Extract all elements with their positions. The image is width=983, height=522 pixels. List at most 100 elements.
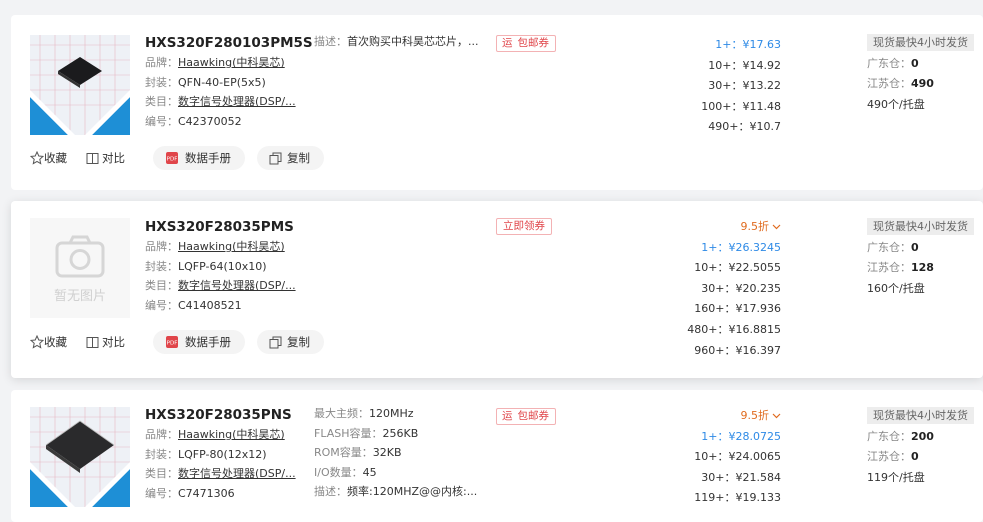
favorite-label: 收藏 xyxy=(44,151,67,165)
compare-icon xyxy=(86,153,99,164)
stock-info: 现货最快4小时发货 广东仓：0 江苏仓：128 160个/托盘 xyxy=(867,217,974,299)
product-image-placeholder[interactable]: 暂无图片 xyxy=(30,218,130,318)
copy-button[interactable]: 复制 xyxy=(257,146,324,170)
brand-link[interactable]: Haawking(中科昊芯) xyxy=(178,56,285,69)
shipping-badge: 现货最快4小时发货 xyxy=(867,407,974,424)
compare-button[interactable]: 对比 xyxy=(86,146,125,170)
star-icon xyxy=(30,151,44,165)
code-label: 编号： xyxy=(145,486,178,500)
price-row: 30+：¥21.584 xyxy=(701,470,781,484)
spec-label: ROM容量： xyxy=(314,446,373,459)
compare-label: 对比 xyxy=(102,335,125,349)
favorite-label: 收藏 xyxy=(44,335,67,349)
code-value: C7471306 xyxy=(178,486,235,500)
product-title[interactable]: HXS320F28035PMS xyxy=(145,219,294,235)
price-row: 160+：¥17.936 xyxy=(694,302,781,316)
product-specs: 最大主频：120MHz FLASH容量：256KB ROM容量：32KB I/O… xyxy=(314,404,494,502)
price-row: 10+：¥22.5055 xyxy=(694,261,781,275)
product-image[interactable] xyxy=(30,407,130,507)
datasheet-button[interactable]: PDF 数据手册 xyxy=(153,330,245,354)
product-title[interactable]: HXS320F28035PNS xyxy=(145,407,292,423)
spec-label: FLASH容量： xyxy=(314,426,383,440)
product-title[interactable]: HXS320F280103PM5S xyxy=(145,35,313,51)
product-meta: 品牌：Haawking(中科昊芯) 封装：QFN-40-EP(5x5) 类目：数… xyxy=(145,53,296,131)
coupon-badge[interactable]: 运包邮券 xyxy=(496,35,556,52)
category-link[interactable]: 数字信号处理器(DSP/... xyxy=(178,467,296,480)
discount-toggle[interactable]: 9.5折 xyxy=(661,406,781,427)
copy-label: 复制 xyxy=(287,335,310,349)
price-list: 9.5折 1+：¥28.0725 10+：¥24.0065 30+：¥21.58… xyxy=(661,406,781,509)
code-label: 编号： xyxy=(145,298,178,312)
category-label: 类目： xyxy=(145,279,178,292)
price-row: 10+：¥24.0065 xyxy=(694,450,781,464)
coupon-badge[interactable]: 立即领券 xyxy=(496,218,552,235)
stock-info: 现货最快4小时发货 广东仓：200 江苏仓：0 119个/托盘 xyxy=(867,406,974,488)
chevron-down-icon xyxy=(772,413,781,419)
package-label: 封装： xyxy=(145,447,178,461)
copy-label: 复制 xyxy=(287,151,310,165)
copy-icon xyxy=(269,336,282,349)
stock-guangdong: 广东仓：200 xyxy=(867,429,934,443)
datasheet-label: 数据手册 xyxy=(185,335,231,349)
coupon-label: 立即领券 xyxy=(503,220,545,232)
product-card-3: HXS320F28035PNS 品牌：Haawking(中科昊芯) 封装：LQF… xyxy=(11,390,983,522)
no-image-label: 暂无图片 xyxy=(54,289,106,304)
code-value: C42370052 xyxy=(178,114,242,128)
package-value: LQFP-64(10x10) xyxy=(178,259,267,273)
brand-label: 品牌： xyxy=(145,428,178,441)
spec-value: 45 xyxy=(362,465,377,479)
favorite-button[interactable]: 收藏 xyxy=(30,146,67,170)
stock-guangdong: 广东仓：0 xyxy=(867,240,919,254)
spec-label: 最大主频： xyxy=(314,407,369,420)
coupon-badge[interactable]: 运包邮券 xyxy=(496,408,556,425)
category-link[interactable]: 数字信号处理器(DSP/... xyxy=(178,95,296,108)
category-link[interactable]: 数字信号处理器(DSP/... xyxy=(178,279,296,292)
spec-value: 32KB xyxy=(372,446,402,459)
spec-label: 描述： xyxy=(314,485,347,498)
pack-unit: 490个/托盘 xyxy=(867,97,925,111)
brand-label: 品牌： xyxy=(145,56,178,69)
coupon-label: 包邮券 xyxy=(517,410,550,422)
code-label: 编号： xyxy=(145,114,178,128)
category-label: 类目： xyxy=(145,467,178,480)
price-row: 1+：¥28.0725 xyxy=(701,429,781,443)
price-row: 119+：¥19.133 xyxy=(694,491,781,505)
favorite-button[interactable]: 收藏 xyxy=(30,330,67,354)
stock-jiangsu: 江苏仓：490 xyxy=(867,77,934,90)
price-list: 1+：¥17.63 10+：¥14.92 30+：¥13.22 100+：¥11… xyxy=(661,35,781,138)
brand-link[interactable]: Haawking(中科昊芯) xyxy=(178,428,285,441)
freight-tag: 运 xyxy=(502,36,513,51)
pack-unit: 119个/托盘 xyxy=(867,470,925,484)
datasheet-button[interactable]: PDF 数据手册 xyxy=(153,146,245,170)
spec-label: I/O数量： xyxy=(314,465,363,479)
product-image[interactable] xyxy=(30,35,130,135)
spec-value: 120MHz xyxy=(369,407,414,420)
package-value: LQFP-80(12x12) xyxy=(178,447,267,461)
pdf-icon: PDF xyxy=(166,152,178,164)
compare-button[interactable]: 对比 xyxy=(86,330,125,354)
pack-unit: 160个/托盘 xyxy=(867,281,925,295)
stock-jiangsu: 江苏仓：0 xyxy=(867,450,919,463)
brand-link[interactable]: Haawking(中科昊芯) xyxy=(178,240,285,253)
copy-button[interactable]: 复制 xyxy=(257,330,324,354)
discount-toggle[interactable]: 9.5折 xyxy=(661,217,781,238)
product-card-2: 暂无图片 HXS320F28035PMS 品牌：Haawking(中科昊芯) 封… xyxy=(11,201,983,378)
pdf-icon: PDF xyxy=(166,336,178,348)
category-label: 类目： xyxy=(145,95,178,108)
brand-label: 品牌： xyxy=(145,240,178,253)
price-row: 100+：¥11.48 xyxy=(701,99,781,113)
svg-text:PDF: PDF xyxy=(167,341,178,347)
price-list: 9.5折 1+：¥26.3245 10+：¥22.5055 30+：¥20.23… xyxy=(661,217,781,361)
price-row: 30+：¥13.22 xyxy=(708,79,781,93)
svg-text:PDF: PDF xyxy=(167,157,178,163)
compare-label: 对比 xyxy=(102,151,125,165)
spec-value: 频率:120MHZ@@内核:... xyxy=(347,485,478,498)
star-icon xyxy=(30,335,44,349)
package-value: QFN-40-EP(5x5) xyxy=(178,75,266,89)
product-meta: 品牌：Haawking(中科昊芯) 封装：LQFP-80(12x12) 类目：数… xyxy=(145,425,296,503)
shipping-badge: 现货最快4小时发货 xyxy=(867,218,974,235)
spec-value: 256KB xyxy=(382,426,419,440)
stock-info: 现货最快4小时发货 广东仓：0 江苏仓：490 490个/托盘 xyxy=(867,33,974,115)
price-row: 480+：¥16.8815 xyxy=(687,322,781,336)
product-specs: 描述：首次购买中科昊芯芯片，... xyxy=(314,32,494,52)
